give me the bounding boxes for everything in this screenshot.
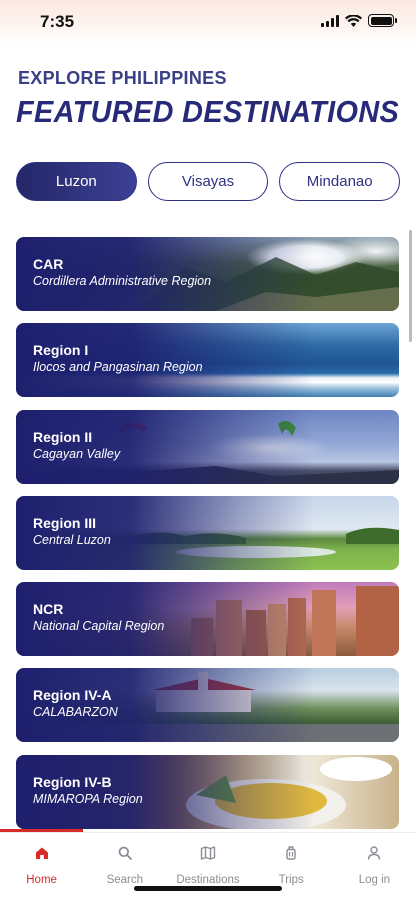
region-name: Region III	[33, 514, 96, 531]
region-name: Region IV-A	[33, 687, 112, 704]
region-subtitle: Central Luzon	[33, 532, 111, 547]
nav-label: Search	[106, 874, 144, 886]
region-subtitle: Ilocos and Pangasinan Region	[33, 360, 203, 375]
section-eyebrow: EXPLORE PHILIPPINES	[18, 68, 227, 88]
region-subtitle: CALABARZON	[33, 705, 118, 720]
user-icon	[368, 846, 381, 860]
tab-visayas[interactable]: Visayas	[147, 162, 269, 201]
nav-label: Log in	[358, 874, 391, 886]
region-card-region-iv-a[interactable]: Region IV-A CALABARZON	[16, 668, 399, 743]
home-indicator	[134, 886, 282, 891]
region-name: Region IV-B	[33, 773, 112, 790]
status-icons	[321, 14, 397, 27]
search-icon	[118, 846, 132, 860]
region-card-region-i[interactable]: Region I Ilocos and Pangasinan Region	[16, 323, 399, 398]
region-name: NCR	[33, 601, 64, 618]
tab-mindanao[interactable]: Mindanao	[279, 162, 401, 201]
map-icon	[200, 846, 216, 860]
home-icon	[35, 847, 48, 859]
region-card-region-ii[interactable]: Region II Cagayan Valley	[16, 409, 399, 484]
island-tabs: Luzon Visayas Mindanao	[16, 162, 401, 201]
region-subtitle: Cordillera Administrative Region	[33, 274, 212, 288]
nav-home[interactable]: Home	[0, 833, 83, 900]
page-title: FEATURED DESTINATIONS	[16, 94, 400, 129]
status-bar: 7:35	[0, 0, 416, 44]
region-card-car[interactable]: CAR Cordillera Administrative Region	[16, 237, 399, 311]
region-list: CAR Cordillera Administrative Region Reg…	[16, 237, 399, 841]
wifi-icon	[345, 14, 362, 27]
region-subtitle: National Capital Region	[33, 619, 165, 634]
region-card-ncr[interactable]: NCR National Capital Region	[16, 582, 399, 657]
nav-label: Trips	[278, 874, 304, 886]
tab-luzon[interactable]: Luzon	[16, 162, 137, 201]
scrollbar[interactable]	[409, 230, 412, 342]
battery-icon	[368, 14, 397, 27]
region-card-region-iii[interactable]: Region III Central Luzon	[16, 495, 399, 570]
nav-login[interactable]: Log in	[333, 833, 416, 900]
region-card-region-iv-b[interactable]: Region IV-B MIMAROPA Region	[16, 754, 399, 829]
status-time: 7:35	[40, 12, 75, 31]
region-subtitle: MIMAROPA Region	[33, 791, 143, 806]
region-name: Region II	[33, 428, 93, 445]
nav-label: Destinations	[176, 874, 240, 886]
region-subtitle: Cagayan Valley	[33, 446, 121, 461]
nav-label: Home	[26, 874, 57, 886]
region-name: Region I	[33, 342, 89, 359]
luggage-icon	[286, 846, 296, 860]
cellular-signal-icon	[321, 14, 339, 27]
region-name: CAR	[33, 256, 64, 272]
